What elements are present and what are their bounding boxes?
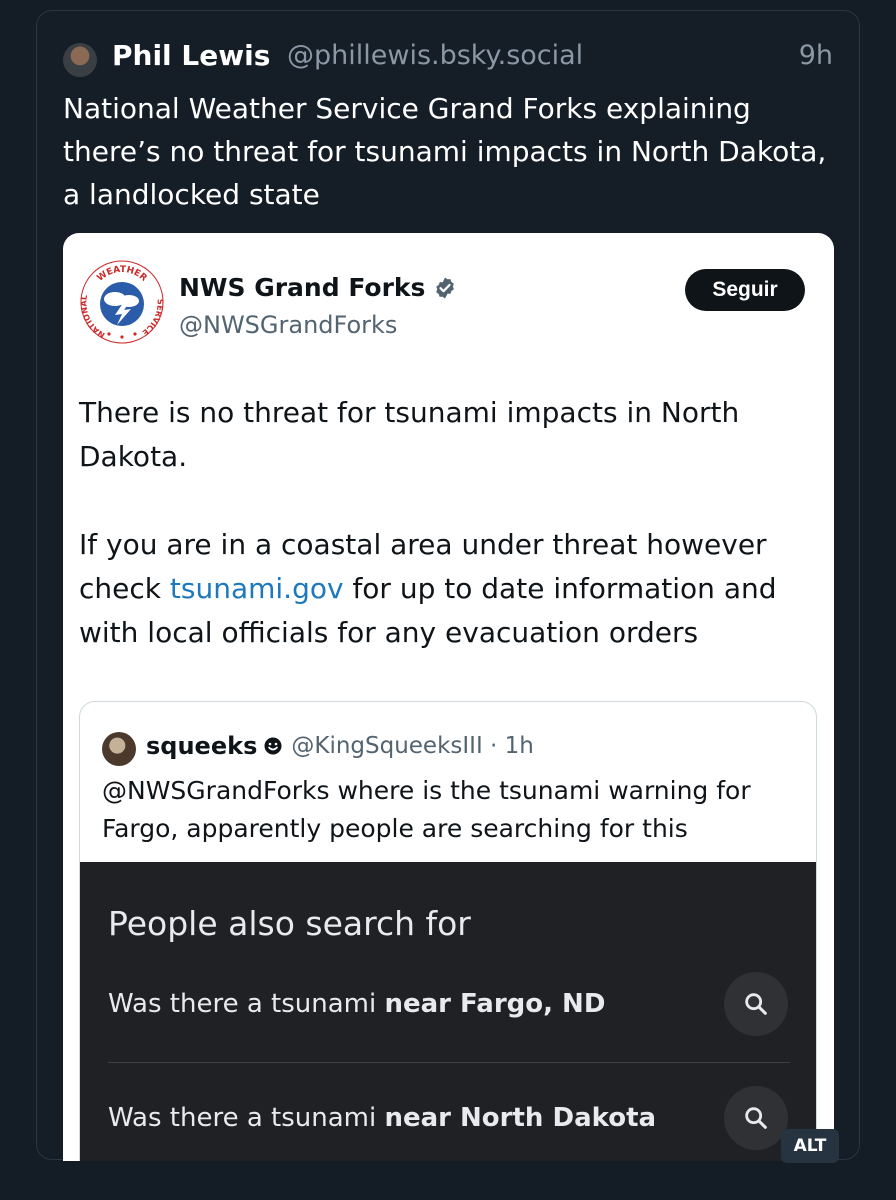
search-suggestion-1-prefix: Was there a tsunami — [108, 989, 385, 1019]
quote-handle-time[interactable]: @KingSqueeksIII · 1h — [291, 733, 534, 759]
alt-text-badge[interactable]: ALT — [781, 1129, 839, 1163]
search-suggestion-2[interactable]: Was there a tsunami near North Dakota — [108, 1086, 788, 1150]
search-suggestion-2-button[interactable] — [724, 1086, 788, 1150]
search-suggestion-1-bold: near Fargo, ND — [384, 989, 606, 1019]
search-suggestion-2-text: Was there a tsunami near North Dakota — [108, 1103, 656, 1133]
nws-account-handle[interactable]: @NWSGrandForks — [179, 311, 397, 339]
search-suggestions-title: People also search for — [108, 904, 471, 943]
tweet-body: There is no threat for tsunami impacts i… — [79, 391, 819, 655]
author-handle[interactable]: @phillewis.bsky.social — [287, 40, 583, 71]
search-suggestion-1-button[interactable] — [724, 972, 788, 1036]
author-avatar[interactable] — [63, 43, 97, 77]
bluesky-post[interactable]: Phil Lewis @phillewis.bsky.social 9h Nat… — [36, 10, 860, 1163]
nws-account-name[interactable]: NWS Grand Forks — [179, 273, 457, 302]
search-suggestion-1[interactable]: Was there a tsunami near Fargo, ND — [108, 972, 788, 1036]
search-suggestion-2-bold: near North Dakota — [384, 1103, 657, 1133]
post-time[interactable]: 9h — [799, 40, 833, 71]
search-suggestions-image: People also search for Was there a tsuna… — [80, 862, 816, 1161]
verified-badge-icon — [436, 277, 455, 298]
smiley-badge-icon — [264, 737, 282, 755]
quote-author-name[interactable]: squeeks — [146, 732, 257, 760]
post-text: National Weather Service Grand Forks exp… — [63, 92, 827, 211]
author-name[interactable]: Phil Lewis — [112, 39, 270, 72]
tweet-paragraph-1: There is no threat for tsunami impacts i… — [79, 396, 740, 473]
quote-avatar[interactable] — [102, 732, 136, 766]
embedded-screenshot[interactable]: WEATHER NATIONAL SERVICE NWS Grand Forks… — [63, 233, 834, 1161]
search-suggestions-divider — [108, 1062, 790, 1063]
tsunami-gov-link[interactable]: tsunami.gov — [170, 572, 344, 605]
quote-text: @NWSGrandForks where is the tsunami warn… — [102, 776, 751, 843]
search-suggestion-2-prefix: Was there a tsunami — [108, 1103, 385, 1133]
search-icon — [745, 993, 767, 1015]
nws-account-name-text: NWS Grand Forks — [179, 273, 426, 302]
quote-header: squeeks @KingSqueeksIII · 1h — [146, 732, 534, 760]
search-suggestion-1-text: Was there a tsunami near Fargo, ND — [108, 989, 605, 1019]
tweet-paragraph-2: If you are in a coastal area under threa… — [79, 523, 819, 655]
quoted-tweet[interactable]: squeeks @KingSqueeksIII · 1h @NWSGrandFo… — [79, 701, 817, 1161]
nws-logo-icon: WEATHER NATIONAL SERVICE — [79, 260, 165, 344]
search-icon — [745, 1107, 767, 1129]
follow-button[interactable]: Seguir — [685, 269, 805, 311]
